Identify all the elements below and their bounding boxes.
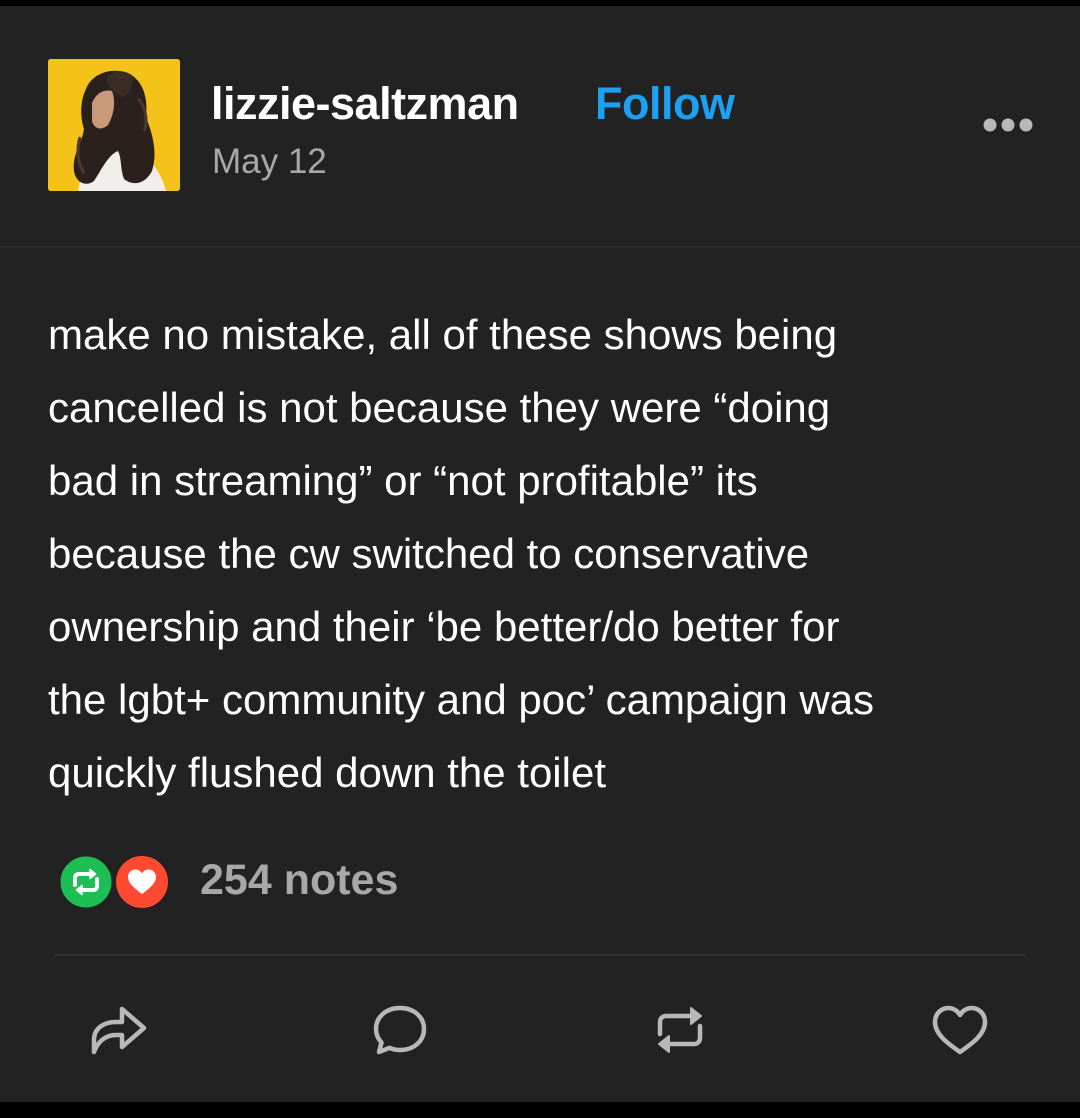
post-body-line: make no mistake, all of these shows bein…	[48, 311, 838, 358]
reply-icon[interactable]	[368, 998, 432, 1062]
reblog-icon[interactable]	[648, 998, 712, 1062]
reblog-badge-icon	[57, 853, 115, 911]
avatar[interactable]	[48, 59, 180, 191]
post-header: lizzie-saltzman Follow May 12	[0, 6, 1080, 248]
share-icon[interactable]	[86, 998, 150, 1062]
like-icon[interactable]	[928, 998, 992, 1062]
post-body-line: ownership and their ‘be better/do better…	[48, 603, 840, 650]
follow-button[interactable]: Follow	[595, 78, 735, 130]
post-body-line: bad in streaming” or “not profitable” it…	[48, 457, 758, 504]
post-body-line: because the cw switched to conservative	[48, 530, 810, 577]
post-body: make no mistake, all of these shows bein…	[48, 298, 1048, 809]
notes-summary[interactable]: 254 notes	[57, 850, 558, 912]
like-badge-icon	[114, 854, 170, 910]
post-body-line: the lgbt+ community and poc’ campaign wa…	[48, 676, 875, 723]
notes-count[interactable]: 254 notes	[200, 856, 398, 905]
more-options-icon[interactable]	[978, 113, 1038, 137]
avatar-image	[48, 59, 180, 191]
post-body-line: quickly flushed down the toilet	[48, 749, 606, 796]
post-body-line: cancelled is not because they were “doin…	[48, 384, 831, 431]
post-date: May 12	[212, 142, 327, 181]
post-card: lizzie-saltzman Follow May 12 make no mi…	[0, 6, 1080, 1102]
notes-icons	[57, 853, 170, 911]
footer-divider	[54, 954, 1026, 956]
username[interactable]: lizzie-saltzman	[211, 78, 519, 130]
